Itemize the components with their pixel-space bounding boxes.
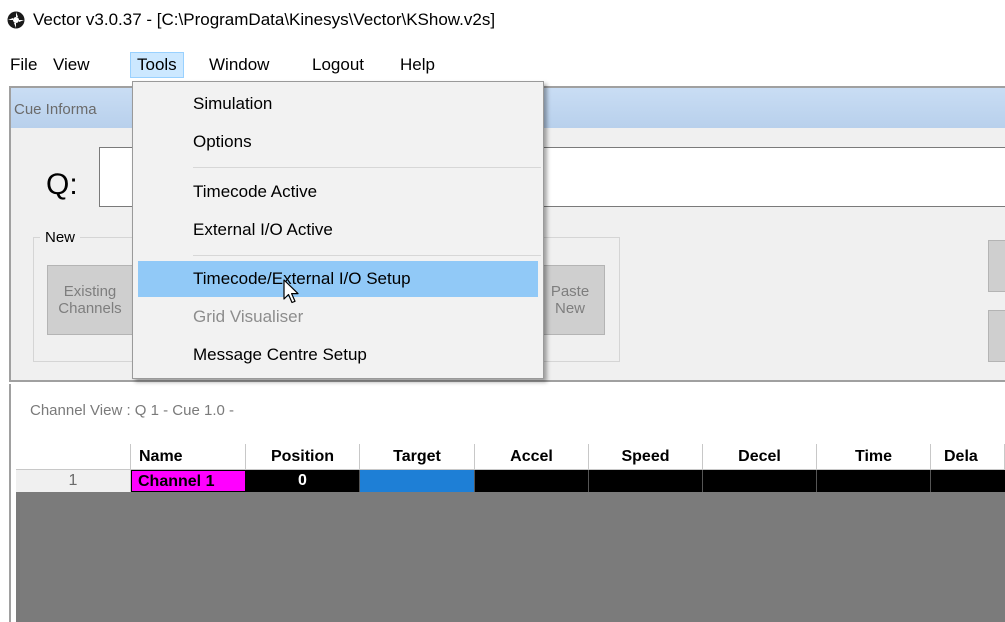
menu-window[interactable]: Window [203, 52, 275, 78]
cell-speed[interactable] [589, 470, 703, 492]
menu-item-message-centre-setup[interactable]: Message Centre Setup [134, 337, 542, 373]
column-header-speed[interactable]: Speed [589, 444, 703, 470]
tools-dropdown-menu: Simulation Options Timecode Active Exter… [132, 81, 544, 379]
menu-item-timecode-active[interactable]: Timecode Active [134, 174, 542, 210]
menu-item-timecode-external-io-setup[interactable]: Timecode/External I/O Setup [138, 261, 538, 297]
cell-name[interactable]: Channel 1 [131, 470, 246, 492]
cue-panel-title: Cue Informa [14, 101, 97, 118]
grid-header-row: Name Position Target Accel Speed Decel T… [16, 444, 1005, 470]
channel-view-label: Channel View : Q 1 - Cue 1.0 - [30, 402, 234, 419]
menu-separator [193, 255, 541, 256]
window-title: Vector v3.0.37 - [C:\ProgramData\Kinesys… [33, 10, 496, 29]
menu-item-simulation[interactable]: Simulation [134, 86, 542, 122]
column-header-accel[interactable]: Accel [475, 444, 589, 470]
existing-channels-button[interactable]: Existing Channels [47, 265, 133, 335]
q-label: Q: [46, 168, 78, 201]
row-index: 1 [16, 470, 131, 492]
menu-view[interactable]: View [47, 52, 96, 78]
mouse-pointer-icon [283, 279, 299, 304]
grid-header-corner [16, 444, 131, 470]
menu-item-external-io-active[interactable]: External I/O Active [134, 212, 542, 248]
right-panel-button[interactable] [988, 240, 1005, 292]
menu-item-grid-visualiser: Grid Visualiser [193, 307, 304, 326]
menu-bar: File View Tools Window Logout Help [0, 52, 1005, 80]
column-header-name[interactable]: Name [131, 444, 246, 470]
cell-delay[interactable] [931, 470, 1005, 492]
cell-time[interactable] [817, 470, 931, 492]
paste-new-button[interactable]: Paste New [535, 265, 605, 335]
menu-item-options[interactable]: Options [134, 124, 542, 160]
menu-logout[interactable]: Logout [306, 52, 370, 78]
menu-tools[interactable]: Tools [130, 52, 184, 78]
menu-separator [193, 167, 541, 168]
column-header-target[interactable]: Target [360, 444, 475, 470]
new-group-label: New [40, 229, 81, 246]
column-header-position[interactable]: Position [246, 444, 360, 470]
menu-file[interactable]: File [4, 52, 43, 78]
app-logo-icon [7, 11, 25, 29]
cell-position[interactable]: 0 [246, 470, 360, 492]
right-panel-button[interactable] [988, 310, 1005, 362]
column-header-time[interactable]: Time [817, 444, 931, 470]
table-row[interactable]: 1 Channel 1 0 [16, 470, 1005, 492]
cell-decel[interactable] [703, 470, 817, 492]
menu-help[interactable]: Help [394, 52, 441, 78]
cell-accel[interactable] [475, 470, 589, 492]
cell-target[interactable] [360, 470, 475, 492]
column-header-delay[interactable]: Dela [931, 444, 1005, 470]
column-header-decel[interactable]: Decel [703, 444, 817, 470]
